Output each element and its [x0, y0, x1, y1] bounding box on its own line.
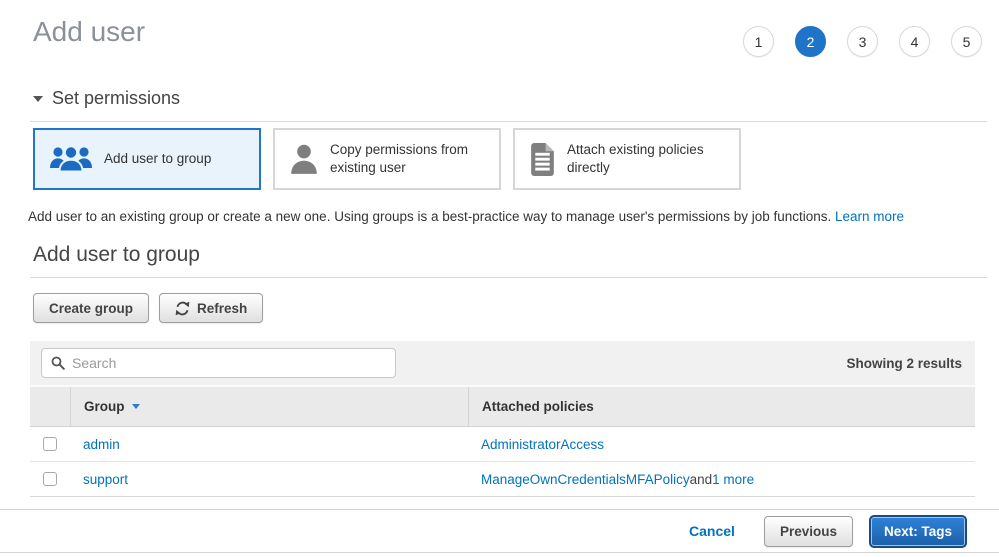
step-3[interactable]: 3	[847, 26, 878, 57]
description-text: Add user to an existing group or create …	[28, 209, 831, 224]
sort-descending-icon	[132, 404, 140, 409]
add-user-wizard-page: Add user 1 2 3 4 5 Set permissions	[0, 0, 999, 557]
section-description: Add user to an existing group or create …	[28, 209, 973, 224]
more-policies-link[interactable]: 1 more	[712, 472, 754, 487]
set-permissions-title[interactable]: Set permissions	[33, 88, 180, 109]
policies-cell: AdministratorAccess	[468, 437, 975, 452]
page-title: Add user	[33, 16, 145, 48]
groups-table: Showing 2 results Group Attached policie…	[30, 341, 975, 497]
table-header-row: Group Attached policies	[30, 385, 975, 427]
step-2-active[interactable]: 2	[795, 26, 826, 57]
card-add-user-to-group[interactable]: Add user to group	[33, 128, 261, 190]
wizard-footer: Cancel Previous Next: Tags	[0, 509, 999, 553]
learn-more-link[interactable]: Learn more	[835, 209, 904, 224]
wizard-step-indicator: 1 2 3 4 5	[743, 26, 982, 57]
search-icon	[51, 356, 65, 370]
table-row[interactable]: support ManageOwnCredentialsMFAPolicy an…	[30, 462, 975, 497]
set-permissions-title-label: Set permissions	[52, 88, 180, 109]
card-attach-policies[interactable]: Attach existing policies directly	[513, 128, 741, 190]
add-user-to-group-header: Add user to group	[30, 243, 987, 278]
cancel-link[interactable]: Cancel	[689, 523, 735, 539]
permission-option-cards: Add user to group Copy permissions from …	[33, 128, 741, 190]
user-icon	[289, 143, 319, 175]
group-column-label: Group	[84, 399, 125, 414]
and-text: and	[690, 472, 713, 487]
create-group-label: Create group	[49, 301, 133, 316]
search-box[interactable]	[41, 348, 396, 378]
row-checkbox[interactable]	[43, 437, 57, 451]
header-checkbox-cell	[30, 387, 70, 426]
collapse-triangle-icon	[33, 96, 43, 102]
step-5[interactable]: 5	[951, 26, 982, 57]
row-checkbox-cell	[30, 437, 70, 451]
next-tags-label: Next: Tags	[884, 524, 952, 539]
card-label: Add user to group	[104, 150, 211, 168]
search-input[interactable]	[72, 355, 386, 371]
step-1[interactable]: 1	[743, 26, 774, 57]
policies-cell: ManageOwnCredentialsMFAPolicy and 1 more	[468, 472, 975, 487]
group-link[interactable]: support	[83, 472, 128, 487]
column-header-group[interactable]: Group	[70, 387, 468, 426]
results-count: Showing 2 results	[846, 356, 962, 371]
row-checkbox-cell	[30, 472, 70, 486]
previous-label: Previous	[780, 524, 837, 539]
group-cell: admin	[70, 437, 468, 452]
refresh-label: Refresh	[197, 301, 247, 316]
table-toolbar: Showing 2 results	[30, 341, 975, 385]
create-group-button[interactable]: Create group	[33, 293, 149, 323]
set-permissions-header: Set permissions	[30, 88, 987, 122]
column-header-attached-policies[interactable]: Attached policies	[468, 387, 975, 426]
row-checkbox[interactable]	[43, 472, 57, 486]
next-tags-button[interactable]: Next: Tags	[869, 515, 967, 548]
policy-document-icon	[529, 143, 556, 176]
step-4[interactable]: 4	[899, 26, 930, 57]
policy-link[interactable]: ManageOwnCredentialsMFAPolicy	[481, 472, 690, 487]
card-label: Copy permissions from existing user	[330, 141, 487, 176]
table-action-buttons: Create group Refresh	[33, 293, 263, 323]
card-label: Attach existing policies directly	[567, 141, 727, 176]
previous-button[interactable]: Previous	[764, 516, 853, 547]
refresh-icon	[175, 301, 190, 316]
group-cell: support	[70, 472, 468, 487]
attached-policies-column-label: Attached policies	[482, 399, 594, 414]
refresh-button[interactable]: Refresh	[159, 293, 263, 323]
policy-link[interactable]: AdministratorAccess	[481, 437, 604, 452]
card-copy-permissions[interactable]: Copy permissions from existing user	[273, 128, 501, 190]
add-user-to-group-title: Add user to group	[33, 243, 987, 267]
user-group-icon	[49, 144, 93, 174]
table-row[interactable]: admin AdministratorAccess	[30, 427, 975, 462]
group-link[interactable]: admin	[83, 437, 120, 452]
